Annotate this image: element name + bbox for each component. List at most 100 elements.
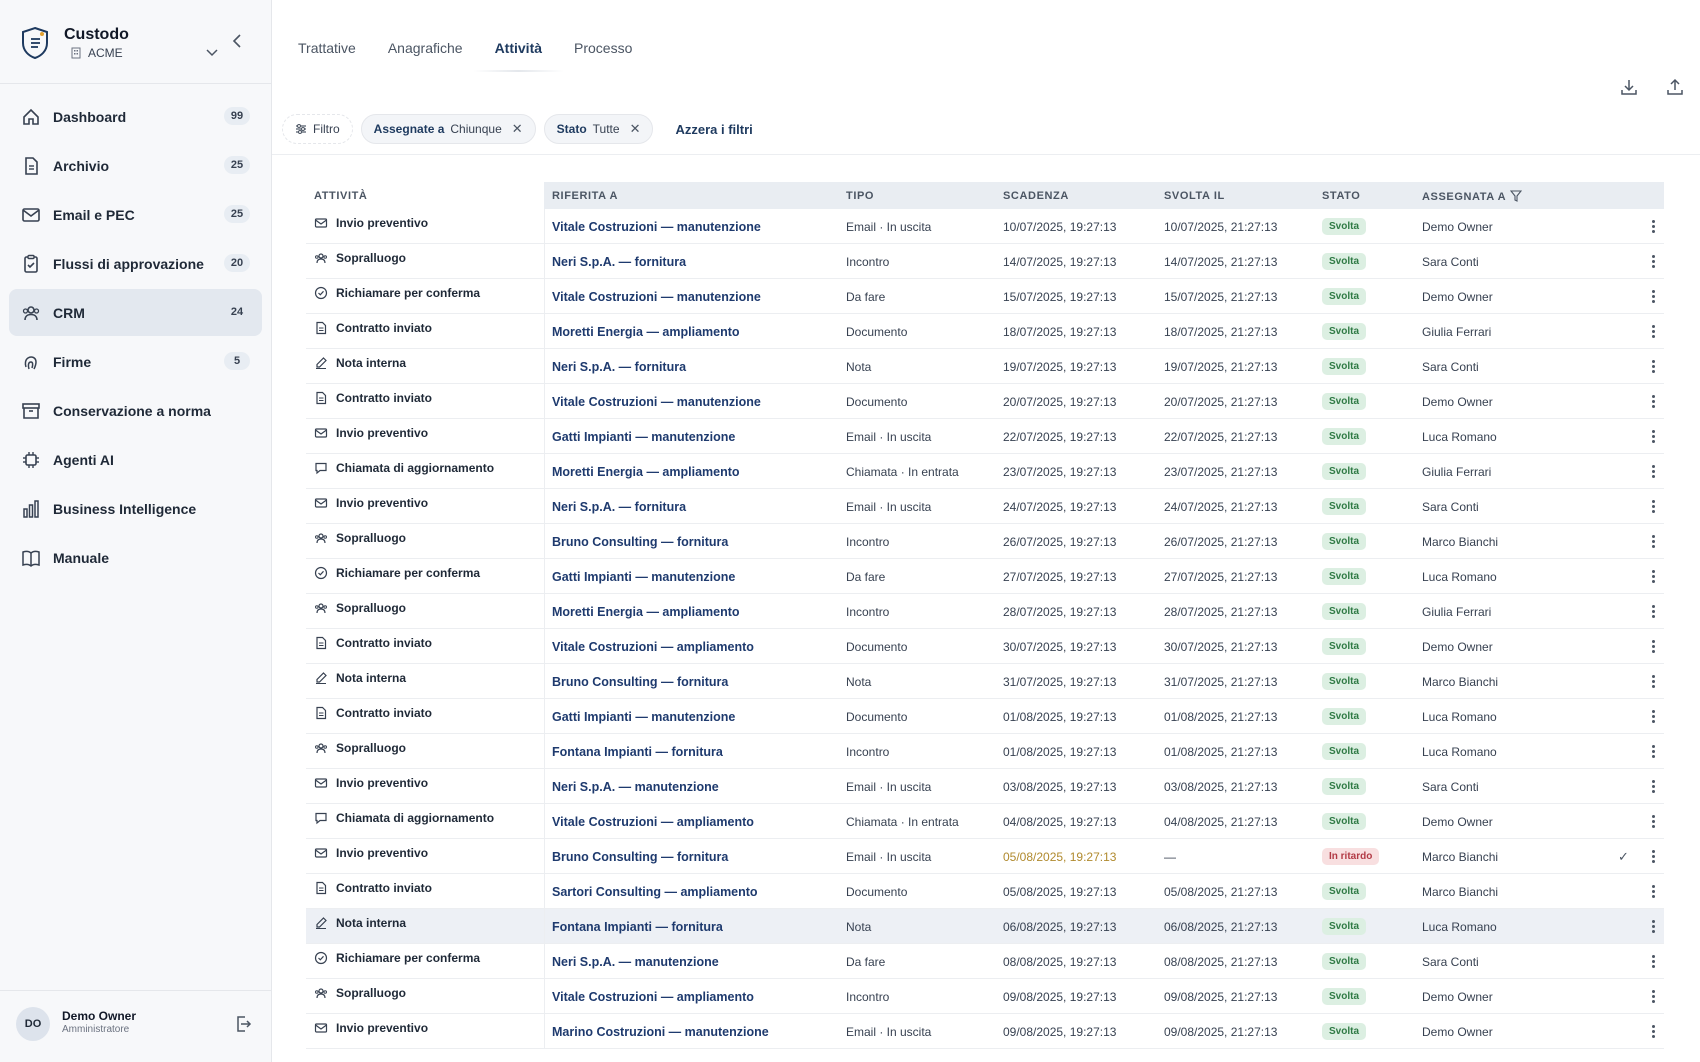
- cell-riferita-link[interactable]: Bruno Consulting — fornitura: [552, 839, 728, 874]
- cell-riferita-link[interactable]: Neri S.p.A. — fornitura: [552, 244, 686, 279]
- header-attivita[interactable]: ATTIVITÀ: [314, 190, 367, 202]
- table-row[interactable]: Contratto inviato Moretti Energia — ampli…: [306, 314, 1664, 349]
- cell-riferita-link[interactable]: Neri S.p.A. — fornitura: [552, 349, 686, 384]
- table-row[interactable]: Chiamata di aggiornamento Vitale Costruzi…: [306, 804, 1664, 839]
- cell-riferita-link[interactable]: Vitale Costruzioni — ampliamento: [552, 979, 754, 1014]
- collapse-sidebar-icon[interactable]: [230, 33, 244, 49]
- tab-trattative[interactable]: Trattative: [298, 40, 356, 56]
- tab-attivit-[interactable]: Attività: [472, 40, 565, 72]
- table-row[interactable]: Richiamare per conferma Gatti Impianti — …: [306, 559, 1664, 594]
- table-row[interactable]: Nota interna Bruno Consulting — fornitura…: [306, 664, 1664, 699]
- table-row[interactable]: Invio preventivo Neri S.p.A. — manutenzio…: [306, 769, 1664, 804]
- cell-riferita-link[interactable]: Bruno Consulting — fornitura: [552, 664, 728, 699]
- row-menu-icon[interactable]: [1646, 244, 1660, 279]
- row-menu-icon[interactable]: [1646, 909, 1660, 944]
- row-menu-icon[interactable]: [1646, 209, 1660, 244]
- cell-riferita-link[interactable]: Vitale Costruzioni — manutenzione: [552, 279, 761, 314]
- table-row[interactable]: Invio preventivo Gatti Impianti — manuten…: [306, 419, 1664, 454]
- sidebar-item-dashboard[interactable]: Dashboard 99: [9, 93, 262, 140]
- cell-riferita-link[interactable]: Gatti Impianti — manutenzione: [552, 419, 735, 454]
- cell-riferita-link[interactable]: Vitale Costruzioni — manutenzione: [552, 209, 761, 244]
- table-row[interactable]: Richiamare per conferma Vitale Costruzion…: [306, 279, 1664, 314]
- row-menu-icon[interactable]: [1646, 594, 1660, 629]
- header-svolta[interactable]: SVOLTA IL: [1164, 190, 1225, 202]
- table-row[interactable]: Sopralluogo Vitale Costruzioni — ampliame…: [306, 979, 1664, 1014]
- sidebar-item-crm[interactable]: CRM 24: [9, 289, 262, 336]
- filter-chip-stato[interactable]: Stato Tutte ✕: [543, 114, 654, 144]
- row-menu-icon[interactable]: [1646, 944, 1660, 979]
- sidebar-item-agenti-ai[interactable]: Agenti AI: [9, 436, 262, 483]
- header-riferita[interactable]: RIFERITA A: [552, 190, 618, 202]
- row-menu-icon[interactable]: [1646, 314, 1660, 349]
- row-menu-icon[interactable]: [1646, 734, 1660, 769]
- filter-chip-assegnate[interactable]: Assegnate a Chiunque ✕: [360, 114, 536, 144]
- cell-riferita-link[interactable]: Sartori Consulting — ampliamento: [552, 874, 758, 909]
- row-menu-icon[interactable]: [1646, 979, 1660, 1014]
- table-row[interactable]: Nota interna Neri S.p.A. — fornitura Nota 1…: [306, 349, 1664, 384]
- table-row[interactable]: Invio preventivo Marino Costruzioni — man…: [306, 1014, 1664, 1049]
- upload-icon[interactable]: [1666, 78, 1684, 96]
- funnel-icon[interactable]: [1510, 190, 1523, 202]
- table-row[interactable]: Invio preventivo Bruno Consulting — forni…: [306, 839, 1664, 874]
- table-row[interactable]: Sopralluogo Fontana Impianti — fornitura I…: [306, 734, 1664, 769]
- cell-riferita-link[interactable]: Neri S.p.A. — fornitura: [552, 489, 686, 524]
- table-row[interactable]: Richiamare per conferma Neri S.p.A. — man…: [306, 944, 1664, 979]
- header-scadenza[interactable]: SCADENZA: [1003, 190, 1069, 202]
- row-menu-icon[interactable]: [1646, 349, 1660, 384]
- cell-riferita-link[interactable]: Vitale Costruzioni — ampliamento: [552, 629, 754, 664]
- chevron-down-icon[interactable]: [206, 48, 218, 58]
- row-menu-icon[interactable]: [1646, 419, 1660, 454]
- row-menu-icon[interactable]: [1646, 1014, 1660, 1049]
- table-row[interactable]: Sopralluogo Bruno Consulting — fornitura I…: [306, 524, 1664, 559]
- row-menu-icon[interactable]: [1646, 664, 1660, 699]
- sidebar-item-firme[interactable]: Firme 5: [9, 338, 262, 385]
- table-row[interactable]: Nota interna Fontana Impianti — fornitura…: [306, 909, 1664, 944]
- sidebar-item-email-e-pec[interactable]: Email e PEC 25: [9, 191, 262, 238]
- row-menu-icon[interactable]: [1646, 874, 1660, 909]
- cell-riferita-link[interactable]: Vitale Costruzioni — ampliamento: [552, 804, 754, 839]
- download-icon[interactable]: [1620, 78, 1638, 96]
- table-row[interactable]: Contratto inviato Vitale Costruzioni — ma…: [306, 384, 1664, 419]
- table-row[interactable]: Sopralluogo Neri S.p.A. — fornitura Incont…: [306, 244, 1664, 279]
- cell-riferita-link[interactable]: Bruno Consulting — fornitura: [552, 524, 728, 559]
- row-menu-icon[interactable]: [1646, 559, 1660, 594]
- table-row[interactable]: Sopralluogo Moretti Energia — ampliamento…: [306, 594, 1664, 629]
- cell-riferita-link[interactable]: Moretti Energia — ampliamento: [552, 594, 740, 629]
- sidebar-item-archivio[interactable]: Archivio 25: [9, 142, 262, 189]
- close-icon[interactable]: ✕: [630, 121, 641, 137]
- row-menu-icon[interactable]: [1646, 769, 1660, 804]
- filter-button[interactable]: Filtro: [282, 114, 353, 144]
- table-row[interactable]: Invio preventivo Vitale Costruzioni — man…: [306, 209, 1664, 244]
- close-icon[interactable]: ✕: [512, 121, 523, 137]
- row-menu-icon[interactable]: [1646, 629, 1660, 664]
- row-menu-icon[interactable]: [1646, 384, 1660, 419]
- sidebar-item-manuale[interactable]: Manuale: [9, 534, 262, 581]
- cell-riferita-link[interactable]: Neri S.p.A. — manutenzione: [552, 944, 719, 979]
- table-row[interactable]: Contratto inviato Vitale Costruzioni — am…: [306, 629, 1664, 664]
- sidebar-item-business-intelligence[interactable]: Business Intelligence: [9, 485, 262, 532]
- cell-riferita-link[interactable]: Vitale Costruzioni — manutenzione: [552, 384, 761, 419]
- row-menu-icon[interactable]: [1646, 489, 1660, 524]
- reset-filters-link[interactable]: Azzera i filtri: [675, 122, 752, 137]
- header-tipo[interactable]: TIPO: [846, 190, 874, 202]
- cell-riferita-link[interactable]: Gatti Impianti — manutenzione: [552, 699, 735, 734]
- tab-processo[interactable]: Processo: [574, 40, 632, 56]
- mark-done-icon[interactable]: ✓: [1618, 839, 1629, 874]
- header-stato[interactable]: STATO: [1322, 190, 1360, 202]
- cell-riferita-link[interactable]: Moretti Energia — ampliamento: [552, 314, 740, 349]
- avatar[interactable]: DO: [16, 1007, 50, 1041]
- cell-riferita-link[interactable]: Moretti Energia — ampliamento: [552, 454, 740, 489]
- sidebar-item-conservazione-a-norma[interactable]: Conservazione a norma: [9, 387, 262, 434]
- table-row[interactable]: Contratto inviato Sartori Consulting — am…: [306, 874, 1664, 909]
- row-menu-icon[interactable]: [1646, 804, 1660, 839]
- cell-riferita-link[interactable]: Marino Costruzioni — manutenzione: [552, 1014, 769, 1049]
- row-menu-icon[interactable]: [1646, 279, 1660, 314]
- row-menu-icon[interactable]: [1646, 699, 1660, 734]
- logout-icon[interactable]: [234, 1015, 252, 1033]
- org-selector[interactable]: ACME: [70, 46, 123, 60]
- cell-riferita-link[interactable]: Gatti Impianti — manutenzione: [552, 559, 735, 594]
- cell-riferita-link[interactable]: Fontana Impianti — fornitura: [552, 734, 723, 769]
- cell-riferita-link[interactable]: Fontana Impianti — fornitura: [552, 909, 723, 944]
- table-row[interactable]: Chiamata di aggiornamento Moretti Energia…: [306, 454, 1664, 489]
- header-assegnata[interactable]: ASSEGNATA A: [1422, 190, 1523, 203]
